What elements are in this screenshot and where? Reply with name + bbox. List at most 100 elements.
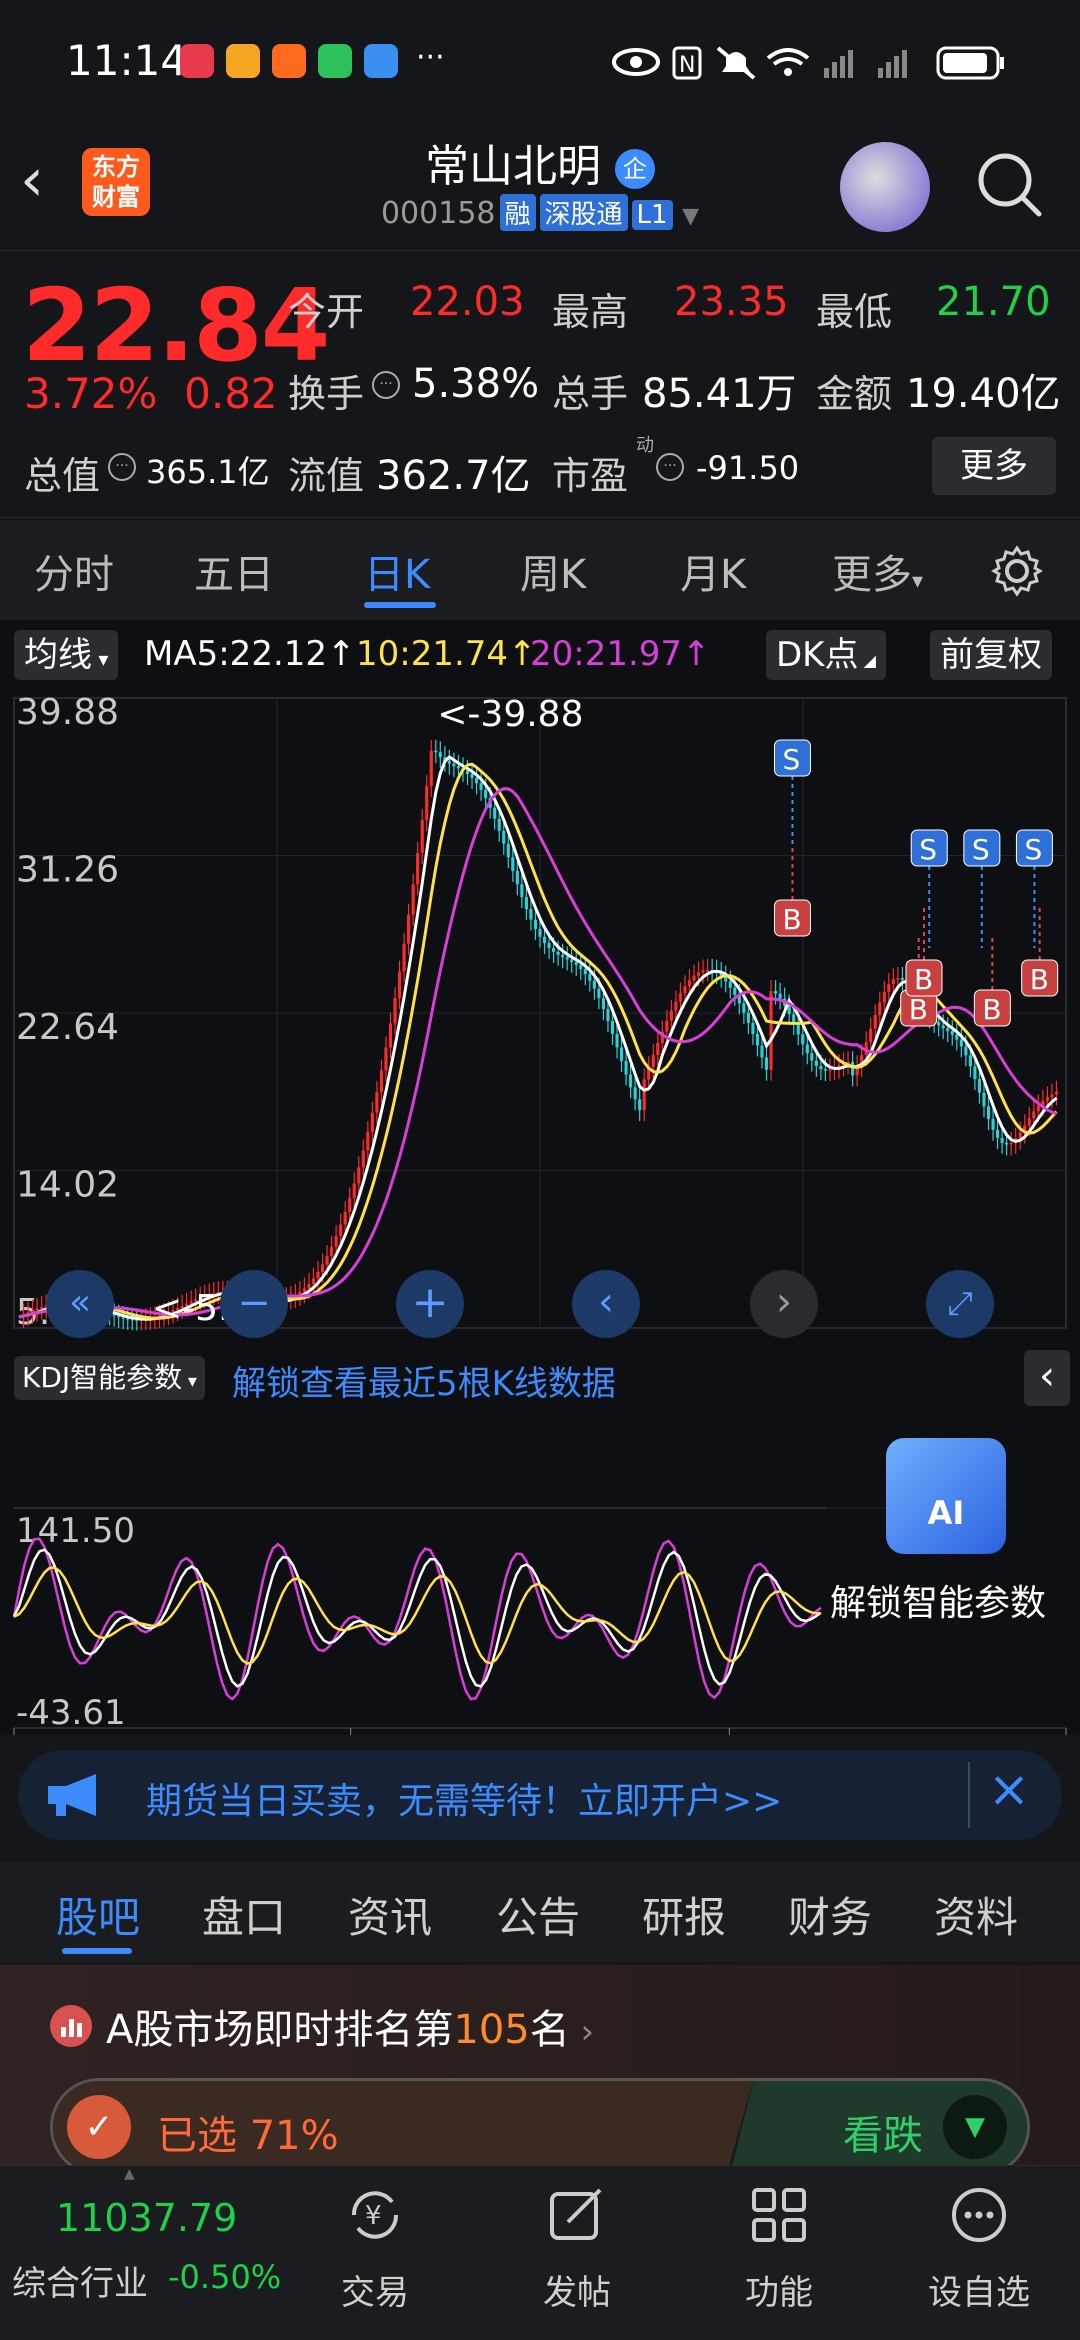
- corner-icon: ◢: [858, 651, 876, 670]
- ai-unlock-label: 解锁智能参数: [830, 1583, 1047, 1624]
- candle-body: [411, 884, 415, 915]
- candle-body: [683, 986, 687, 994]
- candle-body: [447, 760, 451, 764]
- candle-body: [307, 1283, 311, 1289]
- zoom-in-icon[interactable]: +: [396, 1270, 464, 1338]
- candle-body: [606, 1009, 610, 1022]
- index-label[interactable]: 综合行业: [12, 2256, 148, 2305]
- candle-body: [565, 957, 569, 960]
- candle-body: [642, 1079, 646, 1111]
- more-button[interactable]: 更多: [932, 437, 1056, 495]
- ma-select-label: 均线: [24, 635, 92, 675]
- weibo-app-icon: [226, 44, 260, 78]
- kdj-select[interactable]: KDJ智能参数 ▾: [14, 1356, 205, 1400]
- fast-backward-icon[interactable]: «: [46, 1270, 114, 1338]
- collapse-left-icon[interactable]: ‹: [1024, 1350, 1070, 1406]
- candle-body: [823, 1069, 828, 1071]
- dk-label: DK点: [776, 635, 859, 675]
- assistant-robot-icon[interactable]: [840, 142, 930, 232]
- candle-body: [633, 1087, 637, 1100]
- candle-body: [339, 1224, 343, 1237]
- info-icon[interactable]: ···: [656, 453, 684, 481]
- grid-icon: [752, 2188, 806, 2242]
- fullscreen-icon[interactable]: ⤢: [926, 1270, 994, 1338]
- chevron-right-icon: ›: [569, 2012, 595, 2052]
- close-icon[interactable]: ×: [988, 1760, 1030, 1818]
- candle-body: [601, 998, 606, 1010]
- shield-app-icon: [364, 44, 398, 78]
- caret-icon: ▾: [92, 647, 109, 671]
- down-arrow-icon[interactable]: ▼: [943, 2095, 1007, 2159]
- candle-body: [733, 987, 737, 995]
- candle-body: [950, 1031, 954, 1035]
- candle-body: [964, 1046, 968, 1056]
- vote-selected-label: 已选 71%: [157, 2113, 339, 2159]
- candle-body: [493, 807, 497, 819]
- ranking-chart-icon: [50, 2005, 92, 2047]
- zoom-out-icon[interactable]: −: [220, 1270, 288, 1338]
- candle-body: [810, 1053, 814, 1061]
- tab-weekly-k[interactable]: 周K: [520, 542, 586, 600]
- index-value[interactable]: 11037.79: [56, 2196, 237, 2240]
- tab-guba[interactable]: 股吧: [56, 1884, 140, 1945]
- tab-orderbook[interactable]: 盘口: [202, 1884, 286, 1945]
- nav-add-watchlist[interactable]: 设自选: [914, 2184, 1044, 2314]
- candle-body: [429, 750, 433, 787]
- pe-dynamic-sup: 动: [636, 435, 654, 456]
- ranking-link[interactable]: A股市场即时排名第105名 ›: [106, 1997, 594, 2055]
- ma-select[interactable]: 均线 ▾: [14, 630, 119, 680]
- ma10-value: 10:21.74↑: [356, 634, 537, 674]
- candle-body: [955, 1034, 959, 1040]
- candle-body: [760, 1045, 764, 1058]
- tab-finance[interactable]: 财务: [788, 1884, 872, 1945]
- tab-intraday[interactable]: 分时: [34, 542, 114, 600]
- nav-functions[interactable]: 功能: [714, 2184, 844, 2314]
- feishu-app-icon: [272, 44, 306, 78]
- pe-label: 市盈: [552, 454, 629, 498]
- ranking-prefix: A股市场即时排名第: [106, 2007, 454, 2053]
- dropdown-triangle-icon: ▼: [682, 204, 700, 229]
- ai-unlock-panel[interactable]: AI 解锁智能参数: [826, 1416, 1070, 1656]
- tab-profile[interactable]: 资料: [934, 1884, 1018, 1945]
- tab-daily-k[interactable]: 日K: [364, 542, 430, 600]
- settings-gear-icon[interactable]: [990, 544, 1044, 598]
- tab-monthly-k[interactable]: 月K: [680, 542, 746, 600]
- search-icon[interactable]: [975, 150, 1045, 220]
- nav-post-label: 发帖: [543, 2273, 611, 2313]
- turnover-value: 5.38%: [412, 361, 540, 407]
- candle-body: [375, 1092, 379, 1113]
- yuan-cycle-icon: ¥: [351, 2191, 399, 2239]
- nav-trade[interactable]: ¥ 交易: [310, 2184, 440, 2314]
- market-cap-label: 总值: [24, 454, 101, 498]
- active-tab-indicator: [364, 602, 436, 608]
- candle-body: [502, 830, 506, 844]
- candle-body: [742, 1003, 746, 1013]
- signal-label: B: [782, 903, 801, 936]
- tab-news[interactable]: 资讯: [348, 1884, 432, 1945]
- info-icon[interactable]: ···: [108, 453, 136, 481]
- candle-body: [40, 1307, 44, 1309]
- tab-announcements[interactable]: 公告: [496, 1884, 580, 1945]
- check-icon: ✓: [67, 2095, 131, 2159]
- kdj-select-label: KDJ智能参数: [22, 1361, 183, 1394]
- candle-body: [334, 1236, 338, 1247]
- futures-ad-banner[interactable]: 期货当日买卖，无需等待！立即开户>> ×: [18, 1750, 1062, 1840]
- dk-point-button[interactable]: DK点 ◢: [766, 630, 886, 680]
- step-right-icon[interactable]: ›: [750, 1270, 818, 1338]
- candle-body: [692, 975, 696, 981]
- nav-post[interactable]: 发帖: [512, 2184, 642, 2314]
- candle-body: [597, 988, 601, 999]
- tab-five-day[interactable]: 五日: [194, 542, 274, 600]
- status-icons: N: [612, 46, 1004, 80]
- level-tag: L1: [631, 200, 673, 230]
- step-left-icon[interactable]: ‹: [572, 1270, 640, 1338]
- info-icon[interactable]: ···: [372, 371, 400, 399]
- candle-body: [900, 978, 905, 980]
- adjust-button[interactable]: 前复权: [930, 630, 1052, 680]
- unlock-recent-link[interactable]: 解锁查看最近5根K线数据: [232, 1356, 616, 1405]
- candle-body: [592, 980, 596, 989]
- kdj-max-label: 141.50: [16, 1511, 135, 1551]
- tab-more[interactable]: 更多▾: [832, 542, 923, 600]
- tab-research[interactable]: 研报: [642, 1884, 726, 1945]
- banner-text: 期货当日买卖，无需等待！立即开户>>: [146, 1781, 783, 1822]
